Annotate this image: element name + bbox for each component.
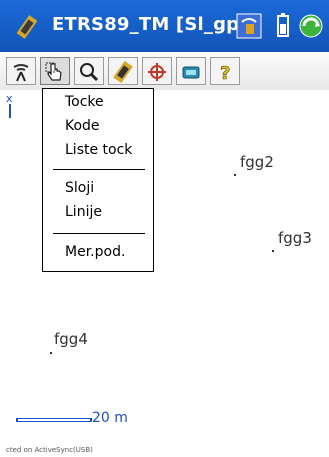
point-marker[interactable] <box>272 250 274 252</box>
search-button[interactable] <box>74 57 104 85</box>
menu-item-linije[interactable]: Linije <box>43 201 153 223</box>
toolbar: ? <box>0 52 329 91</box>
battery-icon[interactable] <box>270 12 296 40</box>
menu-item-mer-pod[interactable]: Mer.pod. <box>43 241 153 263</box>
satellite-dish-button[interactable] <box>6 57 36 85</box>
scale-bar <box>16 418 92 422</box>
title-bar: ETRS89_TM [Sl_gpi <box>0 0 329 52</box>
menu-item-tocke[interactable]: Tocke <box>43 91 153 113</box>
point-marker[interactable] <box>234 174 236 176</box>
menu-item-kode[interactable]: Kode <box>43 115 153 137</box>
window-title: ETRS89_TM [Sl_gpi <box>52 14 244 35</box>
sync-icon[interactable] <box>298 12 324 40</box>
menu-separator <box>53 233 145 234</box>
hand-pointer-icon <box>45 62 62 81</box>
svg-text:?: ? <box>220 63 230 83</box>
point-label: fgg2 <box>240 153 274 171</box>
menu-item-sloji[interactable]: Sloji <box>43 177 153 199</box>
dropdown-menu: Tocke Kode Liste tock Sloji Linije Mer.p… <box>42 88 154 272</box>
status-text: cted on ActiveSync(USB) <box>6 446 93 454</box>
help-button[interactable]: ? <box>210 57 240 85</box>
point-marker[interactable] <box>50 352 52 354</box>
satellite-icon <box>113 61 133 83</box>
point-label: fgg4 <box>54 330 88 348</box>
axis-marker <box>9 104 11 118</box>
question-mark-icon: ? <box>220 63 231 83</box>
select-button[interactable] <box>40 57 70 85</box>
scale-label: 20 m <box>92 410 128 426</box>
satellite-icon <box>16 15 38 39</box>
device-button[interactable] <box>176 57 206 85</box>
crosshair-icon <box>148 63 166 81</box>
dish-icon <box>13 64 29 82</box>
device-icon <box>182 66 200 79</box>
connectivity-icon[interactable] <box>236 12 262 40</box>
crosshair-button[interactable] <box>142 57 172 85</box>
menu-item-liste-tock[interactable]: Liste tock <box>43 139 153 161</box>
menu-separator <box>53 169 145 170</box>
satellite-button[interactable] <box>108 57 138 85</box>
point-label: fgg3 <box>278 229 312 247</box>
magnifier-icon <box>80 63 99 82</box>
